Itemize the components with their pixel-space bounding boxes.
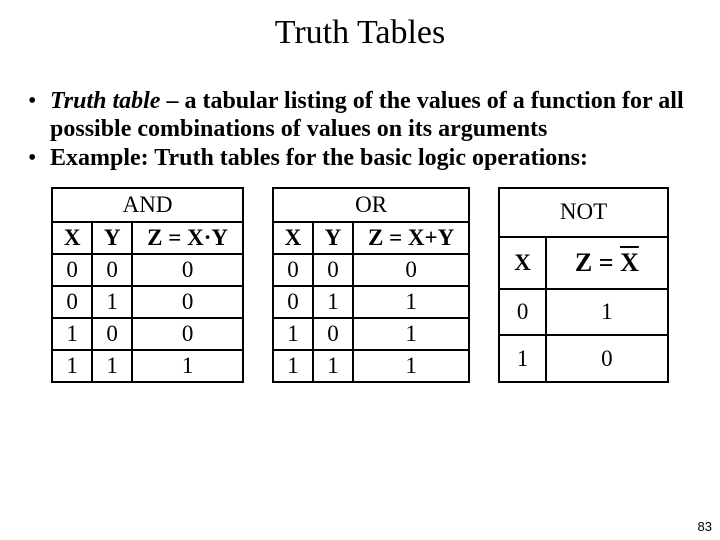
or-table: OR X Y Z = X+Y 0 0 0 0 1 1 1 0 1 bbox=[272, 187, 470, 383]
cell: 1 bbox=[92, 350, 132, 382]
list-item-text: Truth table – a tabular listing of the v… bbox=[50, 88, 692, 143]
table-row: 1 0 0 bbox=[52, 318, 243, 350]
col-header: Z = X+Y bbox=[353, 222, 469, 254]
cell: 0 bbox=[52, 254, 92, 286]
cell: 1 bbox=[273, 350, 313, 382]
table-caption: OR bbox=[273, 188, 469, 222]
table-row: X Y Z = X·Y bbox=[52, 222, 243, 254]
bullet-list: • Truth table – a tabular listing of the… bbox=[28, 88, 692, 173]
col-header: X bbox=[499, 237, 546, 289]
table-row: AND bbox=[52, 188, 243, 222]
cell: 1 bbox=[353, 318, 469, 350]
col-header: Y bbox=[313, 222, 353, 254]
table-row: OR bbox=[273, 188, 469, 222]
cell: 1 bbox=[273, 318, 313, 350]
col-header: X bbox=[273, 222, 313, 254]
slide: Truth Tables • Truth table – a tabular l… bbox=[0, 0, 720, 540]
table-row: 1 1 1 bbox=[52, 350, 243, 382]
table-row: 1 0 1 bbox=[273, 318, 469, 350]
table-caption: AND bbox=[52, 188, 243, 222]
cell: 1 bbox=[52, 318, 92, 350]
term: Truth table bbox=[50, 88, 160, 114]
cell: 1 bbox=[499, 335, 546, 381]
col-header: X bbox=[52, 222, 92, 254]
table-row: X Z = X bbox=[499, 237, 668, 289]
cell: 0 bbox=[132, 318, 243, 350]
cell: 0 bbox=[52, 286, 92, 318]
cell: 0 bbox=[132, 254, 243, 286]
col-header: Y bbox=[92, 222, 132, 254]
cell: 0 bbox=[92, 254, 132, 286]
cell: 0 bbox=[499, 289, 546, 335]
cell: 0 bbox=[353, 254, 469, 286]
and-table: AND X Y Z = X·Y 0 0 0 0 1 0 1 0 0 bbox=[51, 187, 244, 383]
table-caption: NOT bbox=[499, 188, 668, 237]
cell: 1 bbox=[353, 286, 469, 318]
table-row: 0 0 0 bbox=[52, 254, 243, 286]
cell: 1 bbox=[313, 350, 353, 382]
cell: 0 bbox=[132, 286, 243, 318]
page-title: Truth Tables bbox=[0, 0, 720, 52]
cell: 0 bbox=[92, 318, 132, 350]
cell: 1 bbox=[546, 289, 668, 335]
col-header: Z = X bbox=[546, 237, 668, 289]
list-item: • Example: Truth tables for the basic lo… bbox=[28, 145, 692, 173]
tables-container: AND X Y Z = X·Y 0 0 0 0 1 0 1 0 0 bbox=[0, 187, 720, 383]
page-number: 83 bbox=[698, 519, 712, 534]
cell: 0 bbox=[273, 254, 313, 286]
table-row: 1 1 1 bbox=[273, 350, 469, 382]
x-overline: X bbox=[620, 248, 639, 277]
col-header: Z = X·Y bbox=[132, 222, 243, 254]
cell: 1 bbox=[313, 286, 353, 318]
table-row: X Y Z = X+Y bbox=[273, 222, 469, 254]
cell: 0 bbox=[313, 254, 353, 286]
table-row: 0 1 1 bbox=[273, 286, 469, 318]
list-item: • Truth table – a tabular listing of the… bbox=[28, 88, 692, 143]
bullet-icon: • bbox=[28, 88, 50, 143]
list-item-text: Example: Truth tables for the basic logi… bbox=[50, 145, 588, 173]
cell: 1 bbox=[52, 350, 92, 382]
table-row: NOT bbox=[499, 188, 668, 237]
table-row: 1 0 bbox=[499, 335, 668, 381]
table-row: 0 0 0 bbox=[273, 254, 469, 286]
table-row: 0 1 bbox=[499, 289, 668, 335]
cell: 0 bbox=[273, 286, 313, 318]
cell: 0 bbox=[313, 318, 353, 350]
cell: 1 bbox=[92, 286, 132, 318]
bullet-icon: • bbox=[28, 145, 50, 173]
cell: 0 bbox=[546, 335, 668, 381]
cell: 1 bbox=[132, 350, 243, 382]
z-equals-label: Z = bbox=[575, 248, 620, 277]
not-table: NOT X Z = X 0 1 1 0 bbox=[498, 187, 669, 383]
table-row: 0 1 0 bbox=[52, 286, 243, 318]
example-label: Example: Truth tables for the basic logi… bbox=[50, 145, 588, 171]
cell: 1 bbox=[353, 350, 469, 382]
